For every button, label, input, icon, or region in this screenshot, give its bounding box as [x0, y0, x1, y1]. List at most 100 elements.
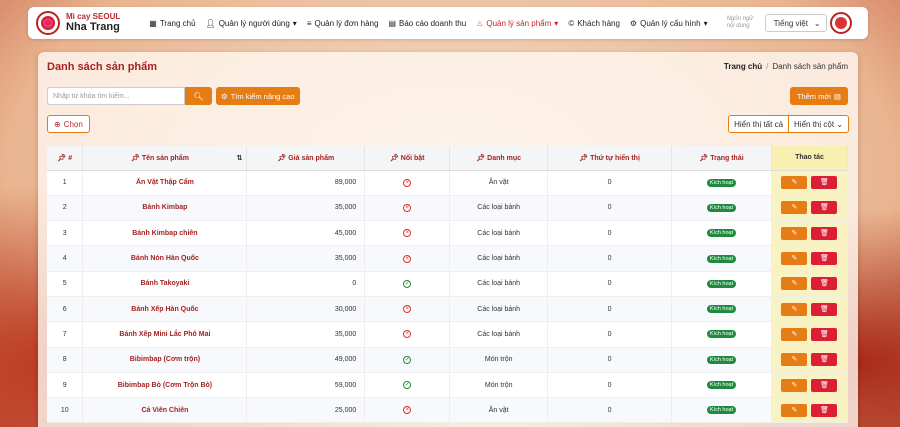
chevron-down-icon: ⌄ — [813, 18, 821, 28]
delete-button[interactable]: 🗑︎ — [811, 277, 838, 291]
search-button[interactable]: 🔍︎ — [185, 87, 212, 105]
nav-item-1[interactable]: 👤︎ Quản lý người dùng ▾ — [201, 19, 302, 28]
featured-cell: × — [364, 296, 451, 323]
column-header[interactable]: 📌︎ Danh mục — [449, 146, 549, 171]
table-row: 1 Ăn Vặt Thập Cẩm 89,000 × Ăn vặt 0 Kích hoạt ✎… — [47, 170, 849, 196]
column-header-label: Giá sản phẩm — [288, 154, 335, 162]
x-circle-icon[interactable]: × — [403, 406, 412, 415]
x-circle-icon[interactable]: × — [403, 203, 412, 212]
table-row: 3 Bánh Kimbap chiên 45,000 × Các loại bánh 0 K… — [47, 220, 849, 247]
document-icon: ▤ — [388, 18, 397, 28]
status-badge: Kích hoạt — [706, 330, 737, 339]
delete-button[interactable]: 🗑︎ — [811, 403, 838, 417]
product-name: Cá Viên Chiên — [82, 397, 248, 424]
status-cell: Kích hoạt — [671, 271, 772, 297]
breadcrumb-separator: / — [766, 62, 769, 71]
edit-button[interactable]: ✎ — [781, 353, 808, 367]
brand-name[interactable]: Mì cay SEOUL Nha Trang — [66, 12, 120, 34]
edit-button[interactable]: ✎ — [781, 378, 808, 392]
check-circle-icon[interactable]: ✓ — [403, 381, 412, 390]
nav-item-6[interactable]: ⚙ Quản lý cấu hình ▾ — [625, 19, 713, 28]
user-icon: 👤︎ — [205, 18, 216, 28]
x-circle-icon[interactable]: × — [403, 254, 412, 263]
nav-item-2[interactable]: ≡ Quản lý đơn hàng — [302, 19, 384, 28]
edit-button[interactable]: ✎ — [781, 327, 808, 341]
product-price: 49,000 — [246, 347, 366, 373]
show-all-button[interactable]: Hiển thị tất cả — [729, 116, 790, 132]
row-number: 8 — [47, 347, 84, 373]
row-number: 10 — [47, 397, 84, 424]
nav-item-label: Quản lý đơn hàng — [314, 18, 379, 28]
column-header[interactable]: 📌︎ Trạng thái — [671, 146, 772, 171]
delete-button[interactable]: 🗑︎ — [811, 176, 838, 190]
nav-item-3[interactable]: ▤ Báo cáo doanh thu — [383, 19, 471, 28]
edit-button[interactable]: ✎ — [781, 201, 808, 215]
status-cell: Kích hoạt — [671, 296, 772, 323]
x-circle-icon[interactable]: × — [403, 330, 412, 339]
choose-label: Chọn — [63, 119, 83, 129]
edit-button[interactable]: ✎ — [781, 252, 808, 266]
column-header[interactable]: 📌︎ # — [47, 146, 84, 171]
list-icon: ≡ — [306, 18, 312, 28]
delete-button[interactable]: 🗑︎ — [811, 353, 838, 367]
show-columns-button[interactable]: Hiển thị cột ⌄ — [789, 116, 848, 132]
edit-button[interactable]: ✎ — [781, 403, 808, 417]
pin-icon[interactable]: 📌︎ — [131, 155, 142, 162]
category-cell: Các loại bánh — [449, 271, 549, 297]
brand-logo[interactable] — [36, 11, 60, 35]
choose-button[interactable]: ⊕ Chọn — [47, 115, 90, 133]
status-cell: Kích hoạt — [671, 245, 772, 272]
nav-item-4[interactable]: ♨ Quản lý sản phẩm ▾ — [471, 19, 563, 28]
edit-button[interactable]: ✎ — [781, 226, 808, 240]
x-circle-icon[interactable]: × — [403, 229, 412, 238]
edit-button[interactable]: ✎ — [781, 176, 808, 190]
table-row: 6 Bánh Xếp Hàn Quốc 30,000 × Các loại bánh 0 K… — [47, 296, 849, 323]
delete-button[interactable]: 🗑︎ — [811, 302, 838, 316]
advanced-search-button[interactable]: ⚙ Tìm kiếm nâng cao — [216, 87, 300, 105]
breadcrumb-home[interactable]: Trang chủ — [724, 62, 762, 71]
column-header[interactable]: Thao tác — [771, 146, 849, 171]
row-number: 9 — [47, 372, 84, 399]
table-row: 7 Bánh Xếp Mini Lắc Phô Mai 35,000 × Các loạ… — [47, 321, 849, 348]
delete-button[interactable]: 🗑︎ — [811, 201, 838, 215]
column-header[interactable]: 📌︎ Giá sản phẩm — [246, 146, 366, 171]
display-order-cell: 0 — [547, 321, 673, 348]
pin-icon[interactable]: 📌︎ — [699, 155, 710, 162]
status-cell: Kích hoạt — [671, 220, 772, 247]
column-header[interactable]: 📌︎ Thứ tự hiển thị — [547, 146, 673, 171]
nav-item-label: Trang chủ — [159, 18, 196, 28]
check-circle-icon[interactable]: ✓ — [403, 279, 412, 288]
pin-icon[interactable]: 📌︎ — [390, 155, 401, 162]
row-number: 1 — [47, 170, 84, 196]
delete-button[interactable]: 🗑︎ — [811, 226, 838, 240]
check-circle-icon[interactable]: ✓ — [403, 355, 412, 364]
table-row: 2 Bánh Kimbap 35,000 × Các loại bánh 0 Kích ho… — [47, 195, 849, 222]
sort-icon[interactable]: ⇅ — [236, 154, 242, 162]
language-select[interactable]: Tiếng việt ⌄ — [764, 14, 827, 32]
display-order-cell: 0 — [547, 296, 673, 323]
delete-button[interactable]: 🗑︎ — [811, 252, 838, 266]
status-badge: Kích hoạt — [706, 203, 737, 212]
delete-button[interactable]: 🗑︎ — [811, 378, 838, 392]
pin-icon[interactable]: 📌︎ — [277, 155, 288, 162]
avatar[interactable] — [830, 12, 852, 34]
edit-button[interactable]: ✎ — [781, 277, 808, 291]
pin-icon[interactable]: 📌︎ — [579, 155, 590, 162]
featured-cell: × — [364, 195, 451, 222]
column-header[interactable]: 📌︎ Nổi bật — [364, 146, 451, 171]
pin-icon[interactable]: 📌︎ — [476, 155, 487, 162]
edit-button[interactable]: ✎ — [781, 302, 808, 316]
x-circle-icon[interactable]: × — [403, 305, 412, 314]
product-price: 35,000 — [246, 195, 366, 222]
column-header[interactable]: 📌︎ Tên sản phẩm ⇅ — [82, 146, 248, 171]
display-order-cell: 0 — [547, 397, 673, 424]
pin-icon[interactable]: 📌︎ — [57, 155, 68, 162]
nav-item-0[interactable]: ▦ Trang chủ — [144, 19, 200, 28]
search-input[interactable]: Nhập từ khóa tìm kiếm... — [47, 87, 185, 105]
actions-cell: ✎ 🗑︎ — [771, 296, 849, 323]
x-circle-icon[interactable]: × — [403, 178, 412, 187]
nav-item-5[interactable]: © Khách hàng — [563, 19, 625, 28]
add-button[interactable]: Thêm mới ▤ — [789, 87, 848, 105]
featured-cell: × — [364, 397, 451, 424]
delete-button[interactable]: 🗑︎ — [811, 327, 838, 341]
